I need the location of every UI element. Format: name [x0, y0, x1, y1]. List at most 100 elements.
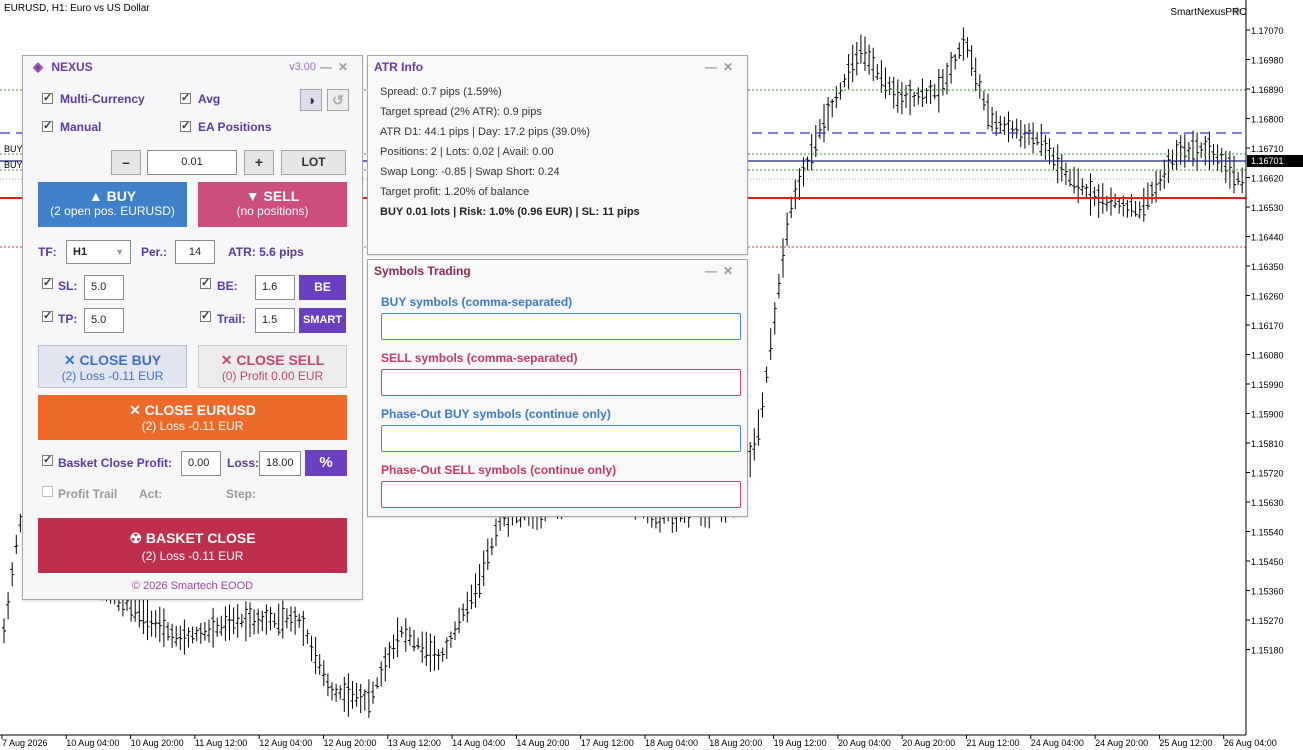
chevron-down-icon: ▼	[115, 247, 124, 257]
timeframe-value: H1	[73, 246, 88, 258]
ea-positions-checkbox[interactable]	[180, 119, 191, 132]
phase-out-sell-label: Phase-Out SELL symbols (continue only)	[381, 463, 617, 477]
time-tick-label: 24 Aug 04:00	[1031, 738, 1084, 748]
percent-button[interactable]: %	[305, 450, 347, 476]
close-buy-button[interactable]: ✕ CLOSE BUY (2) Loss -0.11 EUR	[38, 345, 187, 388]
price-tick-label: 1.16980	[1251, 56, 1284, 66]
close-sell-status: (0) Profit 0.00 EUR	[221, 369, 324, 383]
price-tick-label: 1.16260	[1251, 292, 1284, 302]
close-buy-status: (2) Loss -0.11 EUR	[61, 369, 164, 383]
close-icon[interactable]: ✕	[338, 60, 354, 74]
buy-button[interactable]: ▲ BUY (2 open pos. EURUSD)	[38, 182, 187, 227]
close-icon[interactable]: ✕	[723, 60, 739, 74]
price-tick-label: 1.15990	[1251, 380, 1284, 390]
price-tick-label: 1.15630	[1251, 498, 1284, 508]
be-input[interactable]: 1.6	[255, 275, 295, 300]
tp-checkbox[interactable]	[42, 309, 53, 322]
close-symbol-label: ✕ CLOSE EURUSD	[129, 402, 256, 418]
ea-positions-label: EA Positions	[198, 120, 272, 134]
phase-out-buy-input[interactable]	[381, 425, 741, 452]
basket-profit-input[interactable]: 0.00	[181, 451, 221, 476]
sl-input[interactable]: 5.0	[84, 275, 124, 300]
basket-close-checkbox[interactable]	[42, 453, 53, 466]
broker-label: SmartNexusPRO	[1170, 7, 1247, 18]
basket-close-label: ☢ BASKET CLOSE	[129, 530, 256, 546]
basket-close-button[interactable]: ☢ BASKET CLOSE (2) Loss -0.11 EUR	[38, 518, 347, 573]
smart-button[interactable]: SMART	[299, 308, 346, 333]
panel-title: NEXUS	[51, 60, 93, 74]
phase-out-buy-label: Phase-Out BUY symbols (continue only)	[381, 407, 611, 421]
atr-line-spread: Spread: 0.7 pips (1.59%)	[380, 86, 502, 98]
profit-trail-checkbox[interactable]	[42, 486, 53, 497]
time-tick-label: 11 Aug 12:00	[195, 738, 247, 748]
version-label: v3.00	[289, 61, 316, 73]
close-icon[interactable]: ✕	[723, 264, 739, 278]
close-symbol-status: (2) Loss -0.11 EUR	[141, 419, 244, 433]
lot-input[interactable]: 0.01	[147, 150, 237, 175]
be-button[interactable]: BE	[299, 275, 346, 300]
footer: © 2026 Smartech EOOD	[131, 580, 254, 592]
tp-input[interactable]: 5.0	[84, 308, 124, 333]
diamond-icon: ◈	[33, 59, 43, 74]
tf-label: TF:	[38, 245, 57, 259]
atr-line-target-profit: Target profit: 1.20% of balance	[380, 186, 530, 198]
trail-input[interactable]: 1.5	[255, 308, 295, 333]
price-tick-label: 1.16800	[1251, 115, 1284, 125]
phase-out-sell-input[interactable]	[381, 481, 741, 508]
atr-line-atr-d1: ATR D1: 44.1 pips | Day: 17.2 pips (39.0…	[380, 126, 590, 138]
time-tick-label: 18 Aug 20:00	[709, 738, 762, 748]
nexus-titlebar[interactable]: ◈ NEXUS v3.00 —✕	[23, 56, 362, 78]
panel-title: ATR Info	[374, 60, 424, 74]
atr-line-swap: Swap Long: -0.85 | Swap Short: 0.24	[380, 166, 560, 178]
sell-symbols-label: SELL symbols (comma-separated)	[381, 351, 578, 365]
time-tick-label: 21 Aug 12:00	[967, 738, 1020, 748]
close-sell-button[interactable]: ✕ CLOSE SELL (0) Profit 0.00 EUR	[198, 345, 347, 388]
period-label: Per.:	[141, 245, 168, 259]
symbols-trading-panel: Symbols Trading —✕ BUY symbols (comma-se…	[367, 259, 748, 517]
theme-toggle-icon[interactable]: ◑	[300, 89, 322, 111]
symbols-titlebar[interactable]: Symbols Trading —✕	[368, 260, 747, 282]
price-tick-label: 1.15450	[1251, 557, 1284, 567]
lot-decrease-button[interactable]: –	[111, 150, 141, 175]
buy-button-label: ▲ BUY	[88, 188, 137, 204]
panel-title: Symbols Trading	[374, 264, 471, 278]
buy-symbols-input[interactable]	[381, 313, 741, 340]
sl-checkbox[interactable]	[42, 276, 53, 289]
time-tick-label: 19 Aug 12:00	[774, 738, 827, 748]
sell-symbols-input[interactable]	[381, 369, 741, 396]
minimize-icon[interactable]: —	[705, 60, 723, 74]
refresh-icon[interactable]: ↺	[327, 89, 349, 111]
price-tick-label: 1.15900	[1251, 410, 1284, 420]
time-tick-label: 24 Aug 20:00	[1095, 738, 1148, 748]
time-axis: 7 Aug 2026 10 Aug 04:00 10 Aug 20:00 11 Aug…	[1, 735, 1277, 748]
period-input[interactable]: 14	[175, 240, 215, 264]
atr-titlebar[interactable]: ATR Info —✕	[368, 56, 747, 78]
nexus-panel: ◈ NEXUS v3.00 —✕ Multi-Currency Avg ◑ ↺ …	[22, 55, 363, 600]
step-label: Step:	[226, 487, 256, 501]
lot-mode-button[interactable]: LOT	[281, 150, 346, 175]
sl-label: SL:	[58, 279, 78, 293]
avg-checkbox[interactable]	[180, 91, 191, 104]
be-checkbox[interactable]	[200, 276, 211, 289]
close-symbol-button[interactable]: ✕ CLOSE EURUSD (2) Loss -0.11 EUR	[38, 395, 347, 440]
close-sell-label: ✕ CLOSE SELL	[220, 352, 325, 368]
time-tick-label: 10 Aug 20:00	[131, 738, 184, 748]
loss-input[interactable]: 18.00	[259, 451, 301, 476]
timeframe-select[interactable]: H1 ▼	[66, 240, 131, 264]
sell-button[interactable]: ▼ SELL (no positions)	[198, 182, 347, 227]
price-tick-label: 1.15810	[1251, 439, 1284, 449]
manual-checkbox[interactable]	[42, 119, 53, 132]
time-tick-label: 14 Aug 20:00	[516, 738, 569, 748]
time-tick-label: 25 Aug 12:00	[1159, 738, 1212, 748]
trail-label: Trail:	[217, 312, 246, 326]
lot-increase-button[interactable]: +	[244, 150, 274, 175]
trail-checkbox[interactable]	[200, 309, 211, 322]
time-tick-label: 20 Aug 04:00	[838, 738, 891, 748]
minimize-icon[interactable]: —	[705, 264, 723, 278]
price-axis: 1.17070 1.16980 1.16890 1.16800 1.16710 1.166…	[1246, 26, 1284, 656]
price-tick-label: 1.16170	[1251, 321, 1284, 331]
minimize-icon[interactable]: —	[320, 60, 338, 74]
multi-currency-checkbox[interactable]	[42, 91, 53, 104]
price-tick-label: 1.16080	[1251, 351, 1284, 361]
price-tick-label: 1.16350	[1251, 262, 1284, 272]
